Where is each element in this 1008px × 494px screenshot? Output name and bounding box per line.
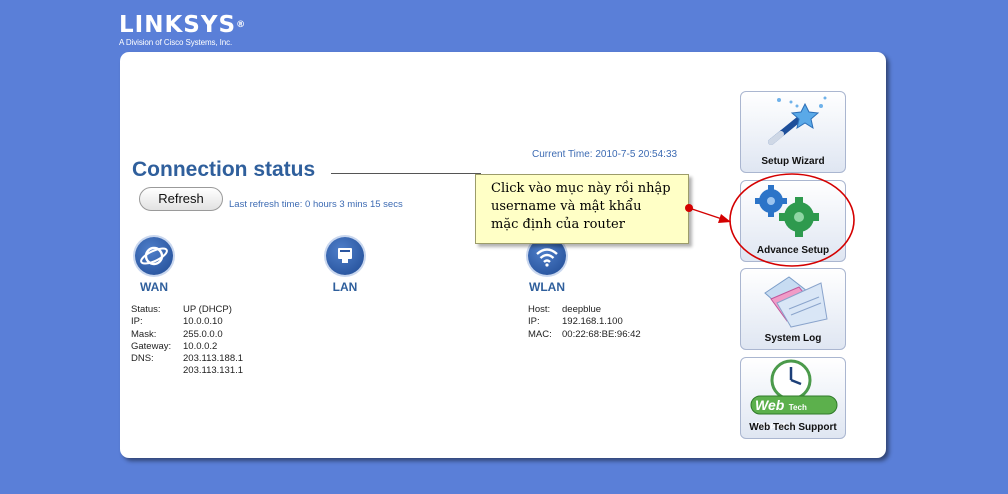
wan-status-value: UP (DHCP) (183, 304, 232, 315)
lan-label: LAN (332, 280, 358, 294)
setup-wizard-label: Setup Wizard (761, 156, 825, 167)
instruction-callout: Click vào mục này rồi nhập username và m… (475, 174, 689, 244)
wlan-ip-key: IP: (528, 316, 540, 328)
last-refresh-time: Last refresh time: 0 hours 3 mins 15 sec… (229, 199, 403, 210)
wlan-mac-value: 00:22:68:BE:96:42 (562, 328, 641, 340)
wan-dns-key: DNS: (131, 353, 154, 365)
wlan-host-key: Host: (528, 304, 551, 315)
system-log-button[interactable]: System Log (740, 268, 846, 350)
web-tech-badge-big: Web (755, 397, 785, 413)
wan-dns-value-2: 203.113.131.1 (183, 365, 244, 377)
refresh-button[interactable]: Refresh (139, 187, 223, 211)
system-log-label: System Log (764, 333, 822, 344)
wlan-mac-key: MAC: (528, 328, 552, 340)
wan-ip-value: 10.0.0.10 (183, 316, 223, 328)
wan-ip-key: IP: (131, 316, 143, 328)
wan-info: Status: UP (DHCP) IP: 10.0.0.10 Mask: 255.0… (131, 304, 243, 378)
wan-mask-key: Mask: (131, 328, 157, 340)
wlan-ip-value: 192.168.1.100 (562, 316, 623, 328)
wan-gateway-value: 10.0.0.2 (183, 340, 218, 352)
advance-setup-label: Advance Setup (756, 245, 830, 256)
page-title: Connection status (132, 158, 316, 181)
lan-port-icon (326, 237, 364, 275)
brand-tagline: A Division of Cisco Systems, Inc. (119, 38, 233, 47)
current-time: Current Time: 2010-7-5 20:54:33 (532, 149, 678, 160)
web-tech-support-label: Web Tech Support (749, 422, 837, 433)
wan-mask-value: 255.0.0.0 (183, 328, 223, 340)
web-tech-support-button[interactable]: Web Tech Support Web Tech Support (740, 357, 846, 439)
linksys-logo: LINKSYS® A Division of Cisco Systems, In… (119, 13, 246, 47)
callout-line-2: username và mật khẩu (491, 199, 642, 214)
wan-label: WAN (140, 280, 168, 294)
callout-pointer-dot (685, 204, 693, 212)
wan-globe-icon (135, 237, 173, 275)
wan-gateway-key: Gateway: (131, 340, 172, 352)
advance-setup-button[interactable]: Advance Setup (740, 180, 846, 262)
callout-line-1: Click vào mục này rồi nhập (491, 181, 671, 196)
wlan-label: WLAN (529, 280, 565, 294)
wan-status-key: Status: (131, 304, 161, 315)
wlan-host-value: deepblue (562, 304, 602, 315)
title-divider (331, 173, 481, 174)
wlan-info: Host: deepblue IP: 192.168.1.100 MAC: 00:22… (528, 304, 641, 341)
setup-wizard-button[interactable]: Setup Wizard (740, 91, 846, 173)
brand-name: LINKSYS® (119, 12, 247, 38)
callout-line-3: mặc định của router (491, 217, 625, 232)
wan-dns-value-1: 203.113.188.1 (183, 353, 244, 365)
